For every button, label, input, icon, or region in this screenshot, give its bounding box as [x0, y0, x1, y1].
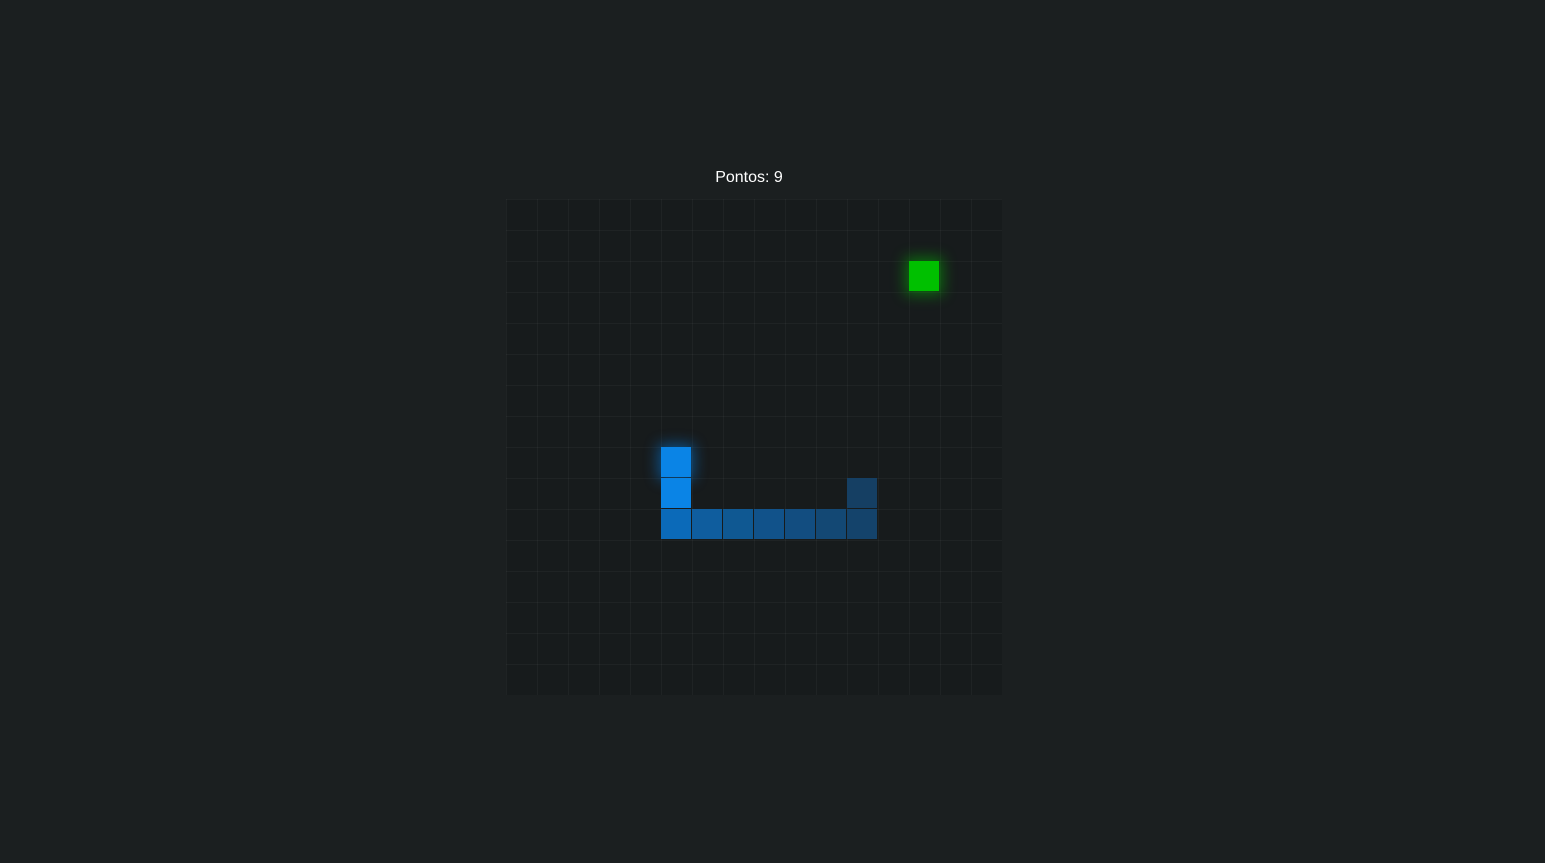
game-board[interactable]	[506, 199, 1002, 695]
snake-segment	[816, 509, 846, 539]
score-label: Pontos: 9	[715, 169, 783, 186]
game-screen: Pontos: 9	[0, 0, 1545, 863]
snake-segment	[661, 509, 691, 539]
food-pellet	[909, 261, 939, 291]
snake-segment	[785, 509, 815, 539]
snake-segment	[754, 509, 784, 539]
snake-segment	[692, 509, 722, 539]
snake-head	[661, 447, 691, 477]
snake-segment	[723, 509, 753, 539]
snake-segment	[847, 478, 877, 508]
snake-segment	[847, 509, 877, 539]
snake-segment	[661, 478, 691, 508]
